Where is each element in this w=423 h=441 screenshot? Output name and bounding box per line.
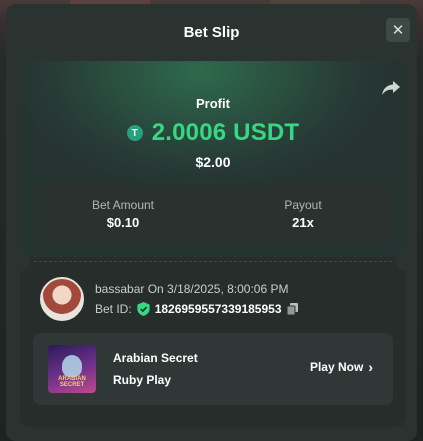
- bet-id-row: Bet ID: 1826959557339185953: [95, 302, 298, 316]
- bet-user-info: bassabar On 3/18/2025, 8:00:06 PM Bet ID…: [40, 276, 298, 322]
- bet-amount-label: Bet Amount: [91, 198, 155, 212]
- close-button[interactable]: ✕: [386, 18, 410, 42]
- profit-value: 2.0006 USDT: [151, 119, 300, 146]
- bet-id-label: Bet ID:: [95, 302, 132, 316]
- profit-fiat-value: $2.00: [195, 154, 231, 170]
- play-now-label: Play Now: [309, 360, 364, 374]
- ticket-divider: [34, 261, 392, 262]
- copy-icon[interactable]: [286, 303, 298, 315]
- user-line: bassabar On 3/18/2025, 8:00:06 PM: [95, 282, 298, 296]
- profit-panel: Profit T 2.0006 USDT $2.00 Bet Amount $0…: [20, 61, 406, 257]
- game-provider[interactable]: Ruby Play: [113, 373, 198, 387]
- user-meta: bassabar On 3/18/2025, 8:00:06 PM Bet ID…: [95, 282, 298, 316]
- shield-check-icon: [137, 302, 150, 316]
- game-thumbnail-logo: ARABIAN SECRET: [58, 376, 86, 388]
- share-button[interactable]: [380, 79, 402, 97]
- payout-stat: Payout 21x: [213, 184, 393, 244]
- game-name[interactable]: Arabian Secret: [113, 351, 198, 365]
- usdt-icon: T: [126, 125, 143, 141]
- avatar[interactable]: [40, 277, 84, 321]
- bet-timestamp: On 3/18/2025, 8:00:06 PM: [147, 282, 289, 296]
- game-thumbnail[interactable]: ARABIAN SECRET: [48, 345, 96, 393]
- bet-id-value: 1826959557339185953: [154, 302, 282, 316]
- payout-value: 21x: [292, 215, 314, 230]
- ticket-notch: [396, 251, 406, 271]
- profit-label: Profit: [196, 96, 230, 111]
- game-card[interactable]: ARABIAN SECRET Arabian Secret Ruby Play …: [33, 333, 393, 405]
- modal-title: Bet Slip: [183, 23, 240, 41]
- bet-stats: Bet Amount $0.10 Payout 21x: [33, 184, 393, 244]
- chevron-right-icon: ›: [368, 359, 373, 375]
- game-info: Arabian Secret Ruby Play: [113, 351, 198, 387]
- close-icon: ✕: [391, 22, 405, 39]
- play-now-button[interactable]: Play Now ›: [310, 359, 373, 375]
- payout-label: Payout: [284, 198, 322, 212]
- bet-amount-value: $0.10: [106, 215, 140, 230]
- modal-header: Bet Slip ✕: [6, 4, 417, 60]
- bet-slip-modal: Bet Slip ✕ Profit T 2.0006 USDT $2.00 Be…: [6, 4, 417, 441]
- bet-amount-stat: Bet Amount $0.10: [33, 184, 213, 244]
- profit-amount: T 2.0006 USDT: [20, 119, 406, 147]
- share-icon: [382, 81, 400, 95]
- username-link[interactable]: bassabar: [95, 282, 144, 296]
- bet-slip-card: Profit T 2.0006 USDT $2.00 Bet Amount $0…: [20, 61, 406, 427]
